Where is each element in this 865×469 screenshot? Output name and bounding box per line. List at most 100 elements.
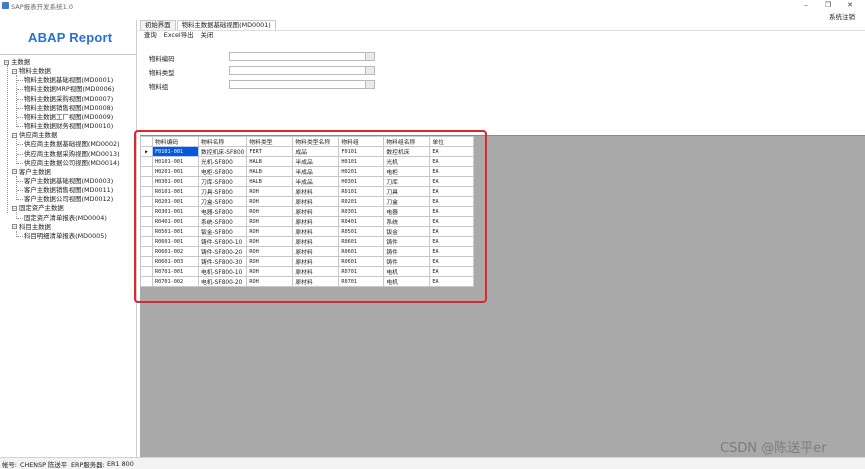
table-row[interactable]: R0401-001 系统-SF800 ROH 原材料 R0401 系统 EA [140, 216, 475, 227]
grid-cell[interactable]: 电机-SF800-20 [197, 276, 248, 287]
grid-cell[interactable]: R0601-003 [152, 256, 199, 267]
tab-1[interactable]: 物料主数据基础视图(MD0001) [176, 20, 276, 30]
grid-cell[interactable]: 刀库 [383, 176, 431, 187]
tree-leaf-item[interactable]: 客户主数据销售视图(MD0011) [17, 186, 113, 194]
grid-cell[interactable]: 钣金-SF800 [197, 226, 248, 237]
tree-folder-item[interactable]: − 客户主数据 [12, 168, 51, 176]
tree-leaf-item[interactable]: 物料主数据销售视图(MD0008) [17, 104, 113, 112]
grid-cell[interactable]: 电机-SF800-10 [197, 266, 248, 277]
grid-cell[interactable]: EA [429, 216, 475, 227]
close-icon[interactable]: ✕ [839, 0, 861, 11]
grid-cell[interactable]: EA [429, 246, 475, 257]
tree-folder-item[interactable]: − 固定资产主数据 [12, 204, 64, 212]
grid-cell[interactable]: 原材料 [292, 246, 340, 257]
row-selector[interactable] [140, 156, 153, 167]
grid-cell[interactable]: R0101-001 [152, 186, 199, 197]
grid-cell[interactable]: 光机 [383, 156, 431, 167]
grid-cell[interactable]: 系统 [383, 216, 431, 227]
grid-cell[interactable]: HALB [246, 166, 294, 177]
grid-cell[interactable]: 铸件-SF800-30 [197, 256, 248, 267]
row-selector[interactable] [140, 176, 153, 187]
table-row[interactable]: R0601-003 铸件-SF800-30 ROH 原材料 R0601 铸件 EA [140, 256, 475, 267]
grid-cell[interactable]: 电器-SF800 [197, 206, 248, 217]
table-row[interactable]: R0601-002 铸件-SF800-20 ROH 原材料 R0601 铸件 EA [140, 246, 475, 257]
grid-cell[interactable]: EA [429, 146, 475, 157]
grid-cell[interactable]: ROH [246, 256, 294, 267]
grid-cell[interactable]: H0101 [338, 156, 385, 167]
grid-cell[interactable]: HALB [246, 156, 294, 167]
grid-cell[interactable]: H0101-001 [152, 156, 199, 167]
grid-cell[interactable]: 铸件 [383, 256, 431, 267]
grid-cell[interactable]: EA [429, 226, 475, 237]
tree-collapse-icon[interactable]: − [12, 205, 17, 211]
grid-cell[interactable]: ROH [246, 246, 294, 257]
grid-cell[interactable]: R0301-001 [152, 206, 199, 217]
table-row[interactable]: R0301-001 电器-SF800 ROH 原材料 R0301 电器 EA [140, 206, 475, 217]
tree-collapse-icon[interactable]: − [12, 68, 17, 74]
row-selector[interactable] [140, 276, 153, 287]
grid-cell[interactable]: R0701-001 [152, 266, 199, 277]
grid-cell[interactable]: EA [429, 156, 475, 167]
grid-cell[interactable]: 原材料 [292, 196, 340, 207]
grid-cell[interactable]: R0101 [338, 186, 385, 197]
tree-collapse-icon[interactable]: − [12, 169, 17, 175]
row-selector[interactable]: ▶ [140, 146, 153, 157]
grid-cell[interactable]: EA [429, 206, 475, 217]
tree-leaf-item[interactable]: 客户主数据基础视图(MD0003) [17, 177, 113, 185]
grid-cell[interactable]: H0301-001 [152, 176, 199, 187]
table-row[interactable]: R0701-002 电机-SF800-20 ROH 原材料 R0701 电机 EA [140, 276, 475, 287]
grid-column-header[interactable]: 物料类型 [246, 136, 294, 147]
grid-cell[interactable]: EA [429, 176, 475, 187]
row-selector[interactable] [140, 256, 153, 267]
grid-cell[interactable]: HALB [246, 176, 294, 187]
grid-cell[interactable]: 原材料 [292, 186, 340, 197]
grid-cell[interactable]: R0201 [338, 196, 385, 207]
grid-cell[interactable]: ROH [246, 206, 294, 217]
material-group-search-help[interactable] [366, 80, 375, 89]
tree-leaf-item[interactable]: 客户主数据公司视图(MD0012) [17, 195, 113, 203]
tree-leaf-item[interactable]: 固定资产清单报表(MD0004) [17, 214, 107, 222]
grid-cell[interactable]: ROH [246, 216, 294, 227]
grid-column-header[interactable]: 物料组名称 [383, 136, 431, 147]
grid-cell[interactable]: H0201-001 [152, 166, 199, 177]
grid-cell[interactable]: EA [429, 186, 475, 197]
grid-cell[interactable]: R0301 [338, 206, 385, 217]
row-selector[interactable] [140, 226, 153, 237]
table-row[interactable]: H0301-001 刀库-SF800 HALB 半成品 H0301 刀库 EA [140, 176, 475, 187]
row-selector[interactable] [140, 196, 153, 207]
grid-cell[interactable]: 原材料 [292, 266, 340, 277]
grid-cell[interactable]: H0301 [338, 176, 385, 187]
table-row[interactable]: H0201-001 电柜-SF800 HALB 半成品 H0201 电柜 EA [140, 166, 475, 177]
grid-cell[interactable]: 原材料 [292, 276, 340, 287]
grid-cell[interactable]: 数控机床 [383, 146, 431, 157]
grid-cell[interactable]: 半成品 [292, 156, 340, 167]
grid-cell[interactable]: 原材料 [292, 216, 340, 227]
table-row[interactable]: R0101-001 刀具-SF800 ROH 原材料 R0101 刀具 EA [140, 186, 475, 197]
grid-cell[interactable]: 原材料 [292, 256, 340, 267]
grid-cell[interactable]: R0601-001 [152, 236, 199, 247]
tree-leaf-item[interactable]: 供应商主数据采购视图(MD0013) [17, 150, 120, 158]
tree-folder-item[interactable]: − 科目主数据 [12, 223, 51, 231]
grid-cell[interactable]: 半成品 [292, 176, 340, 187]
grid-cell[interactable]: F0101 [338, 146, 385, 157]
grid-cell[interactable]: EA [429, 166, 475, 177]
grid-column-header[interactable]: 单位 [429, 136, 475, 147]
table-row[interactable]: R0201-001 刀盒-SF800 ROH 原材料 R0201 刀盒 EA [140, 196, 475, 207]
grid-cell[interactable]: ROH [246, 236, 294, 247]
row-selector[interactable] [140, 206, 153, 217]
minimize-icon[interactable]: – [795, 0, 817, 11]
row-selector[interactable] [140, 266, 153, 277]
row-selector[interactable] [140, 236, 153, 247]
grid-cell[interactable]: 光机-SF800 [197, 156, 248, 167]
excel-export-button[interactable]: Excel导出 [164, 31, 194, 40]
grid-cell[interactable]: EA [429, 196, 475, 207]
tab-0[interactable]: 初始界面 [140, 20, 176, 30]
grid-cell[interactable]: 数控机床-SF800 [197, 146, 248, 157]
grid-cell[interactable]: 电机 [383, 266, 431, 277]
close-button[interactable]: 关闭 [201, 31, 214, 40]
grid-cell[interactable]: R0701-002 [152, 276, 199, 287]
grid-cell[interactable]: 系统-SF800 [197, 216, 248, 227]
grid-cell[interactable]: 半成品 [292, 166, 340, 177]
grid-cell[interactable]: R0501-001 [152, 226, 199, 237]
grid-cell[interactable]: ROH [246, 196, 294, 207]
